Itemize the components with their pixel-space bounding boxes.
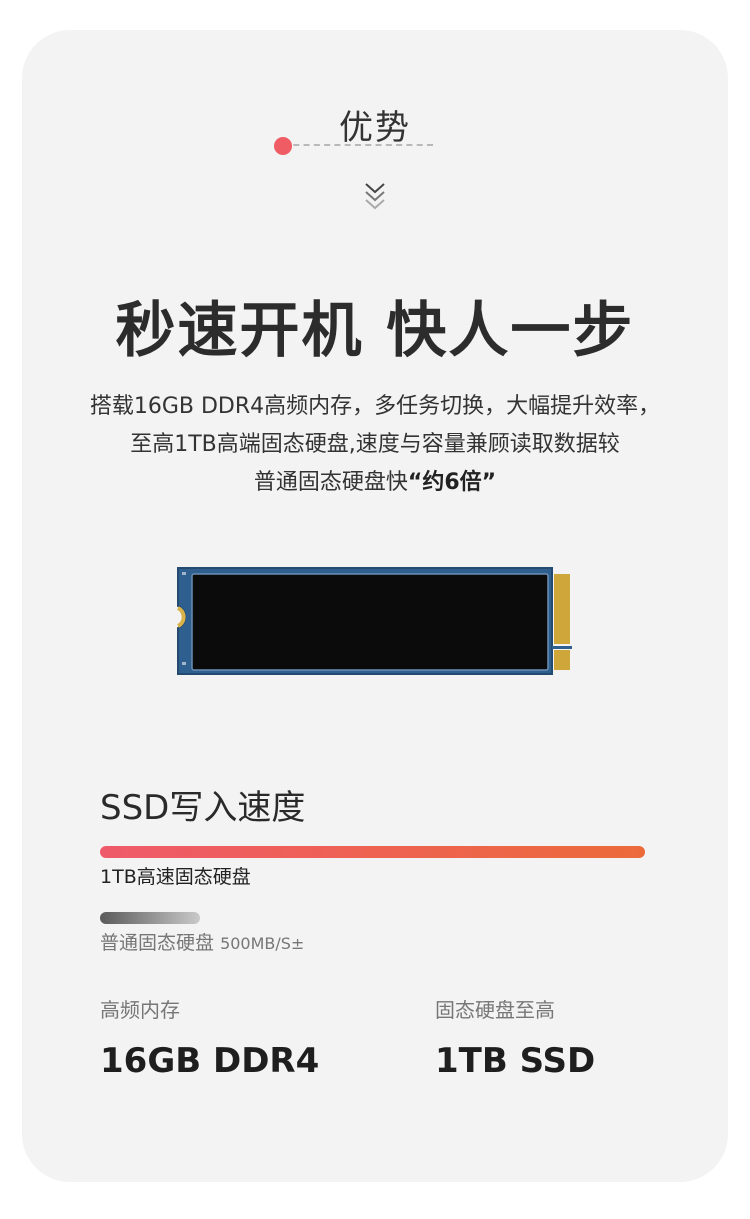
- spec-storage-value: 1TB SSD: [435, 1041, 596, 1081]
- spec-memory: 高频内存 16GB DDR4: [100, 994, 319, 1081]
- spec-storage-label: 固态硬盘至高: [435, 998, 555, 1022]
- spec-memory-value: 16GB DDR4: [100, 1041, 320, 1081]
- chevron-down-icon: [365, 183, 385, 210]
- title-divider: [283, 144, 433, 146]
- description-line-3-text: 普通固态硬盘快: [253, 470, 408, 495]
- normal-ssd-speed: 500MB/S±: [220, 934, 305, 953]
- normal-ssd-label: 普通固态硬盘 500MB/S±: [100, 928, 304, 955]
- description: 搭载16GB DDR4高频内存，多任务切换，大幅提升效率， 至高1TB高端固态硬…: [0, 388, 750, 502]
- description-highlight: “约6倍”: [407, 470, 497, 495]
- section-title: 优势: [339, 108, 411, 148]
- description-line-2: 至高1TB高端固态硬盘,速度与容量兼顾读取数据较: [130, 432, 620, 457]
- normal-ssd-speed-bar: [100, 912, 200, 924]
- ssd-image: [176, 567, 572, 675]
- description-line-3: 普通固态硬盘快“约6倍”: [0, 464, 750, 502]
- title-dot: [274, 137, 292, 155]
- normal-ssd-name: 普通固态硬盘: [100, 932, 215, 954]
- spec-memory-label: 高频内存: [100, 998, 180, 1022]
- fast-ssd-label: 1TB高速固态硬盘: [100, 866, 251, 888]
- fast-ssd-speed-bar: [100, 846, 645, 858]
- speed-title: SSD写入速度: [100, 788, 306, 828]
- description-line-1: 搭载16GB DDR4高频内存，多任务切换，大幅提升效率，: [89, 394, 661, 419]
- spec-storage: 固态硬盘至高 1TB SSD: [435, 994, 595, 1081]
- headline: 秒速开机 快人一步: [115, 296, 635, 366]
